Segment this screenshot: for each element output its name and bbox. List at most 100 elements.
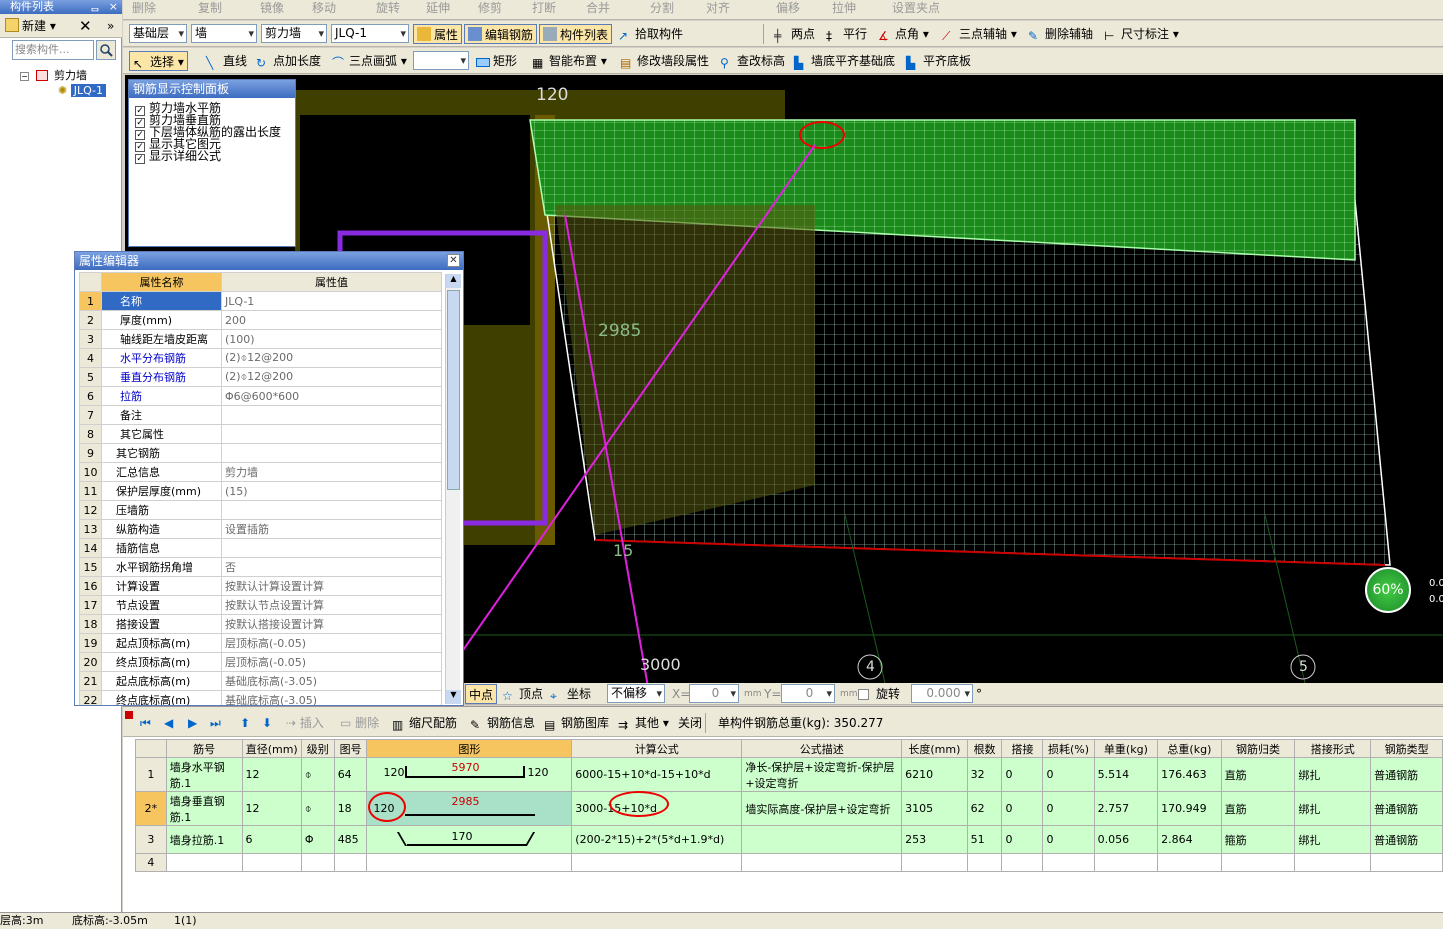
next-row-button[interactable]: ▶	[185, 713, 200, 733]
property-value[interactable]: (100)	[221, 329, 442, 349]
cell-type[interactable]	[1370, 853, 1443, 872]
cell-fig[interactable]: 18	[333, 791, 368, 826]
property-value[interactable]: (2)⌽12@200	[221, 367, 442, 387]
edit-rebar-button[interactable]: 编辑钢筋	[464, 24, 538, 44]
tree-root[interactable]: − 剪力墙	[20, 67, 87, 83]
property-value[interactable]: Φ6@600*600	[221, 386, 442, 406]
dimension-button[interactable]: ⊢ 尺寸标注 ▾	[1101, 24, 1182, 44]
cell-cls[interactable]: 箍筋	[1220, 825, 1296, 854]
two-point-axis-button[interactable]: ╪ 两点	[771, 24, 818, 44]
property-row[interactable]: 13 纵筋构造 设置插筋	[79, 519, 442, 539]
align-slab-button[interactable]: ▙ 平齐底板	[903, 51, 974, 71]
other-button[interactable]: ⇉ 其他 ▾	[615, 713, 672, 733]
point-length-button[interactable]: ↻ 点加长度	[253, 51, 324, 71]
rebar-shape[interactable]: 170	[366, 825, 573, 854]
search-icon[interactable]	[96, 40, 116, 60]
y-input[interactable]: 0	[781, 684, 835, 703]
component-list-button[interactable]: 构件列表	[539, 24, 613, 44]
property-scrollbar[interactable]: ▲ ▼	[445, 274, 461, 704]
cell-lap[interactable]: 0	[1001, 825, 1044, 854]
insert-button[interactable]: ⇢ 插入	[283, 713, 327, 733]
cell-lap_type[interactable]: 绑扎	[1294, 757, 1372, 792]
toolbar-1-button[interactable]: 复制	[195, 0, 225, 18]
property-row[interactable]: 14 插筋信息	[79, 538, 442, 558]
properties-button[interactable]: 属性	[413, 24, 463, 44]
line-button[interactable]: ╲ 直线	[203, 51, 250, 71]
cell-loss[interactable]: 0	[1042, 757, 1095, 792]
table-row[interactable]: 3 墙身拉筋.1 6 Φ 485 170 (200-2*15)+2*(5*d+1.9*d) 2…	[135, 825, 1443, 854]
cell-fig[interactable]	[333, 853, 368, 872]
property-row[interactable]: 21 起点底标高(m) 基础底标高(-3.05)	[79, 671, 442, 691]
property-value[interactable]: JLQ-1	[221, 291, 442, 311]
cell-len[interactable]: 253	[901, 825, 968, 854]
cell-total[interactable]: 2.864	[1157, 825, 1222, 854]
cell-total[interactable]: 176.463	[1157, 757, 1222, 792]
delete-button[interactable]: ▭ 删除	[337, 713, 382, 733]
cell-loss[interactable]: 0	[1042, 825, 1095, 854]
last-row-button[interactable]: ⏭	[207, 713, 224, 733]
property-row[interactable]: 15 水平钢筋拐角增否	[79, 557, 442, 577]
property-value[interactable]: 基础底标高(-3.05)	[221, 671, 442, 691]
cell-dia[interactable]	[241, 853, 302, 872]
property-value[interactable]: 200	[221, 310, 442, 330]
property-row[interactable]: 5 垂直分布钢筋 (2)⌽12@200	[79, 367, 442, 387]
type-select[interactable]: 墙	[191, 24, 257, 43]
toolbar-8-button[interactable]: 合并	[583, 0, 613, 18]
property-value[interactable]	[221, 500, 442, 520]
cell-dia[interactable]: 12	[241, 791, 302, 826]
delete-axis-button[interactable]: ✎ 删除辅轴	[1025, 24, 1096, 44]
toolbar-3-button[interactable]: 移动	[309, 0, 339, 18]
property-value[interactable]	[221, 538, 442, 558]
property-row[interactable]: 9 其它钢筋	[79, 443, 442, 463]
property-row[interactable]: 18 搭接设置 按默认搭接设置计算	[79, 614, 442, 634]
cell-total[interactable]	[1157, 853, 1222, 872]
cell-name[interactable]: 墙身水平钢筋.1	[165, 757, 243, 792]
property-row[interactable]: 11 保护层厚度(mm) (15)	[79, 481, 442, 501]
property-row[interactable]: 19 起点顶标高(m) 层顶标高(-0.05)	[79, 633, 442, 653]
move-down-button[interactable]: ⬇	[259, 713, 275, 733]
property-value[interactable]: (2)⌽12@200	[221, 348, 442, 368]
property-value[interactable]: 否	[221, 557, 442, 577]
select-button[interactable]: ↖ 选择 ▾	[129, 51, 188, 71]
property-value[interactable]	[221, 405, 442, 425]
cell-lap_type[interactable]	[1294, 853, 1372, 872]
property-row[interactable]: 2 厚度(mm) 200	[79, 310, 442, 330]
smart-layout-button[interactable]: ▦ 智能布置 ▾	[529, 51, 610, 71]
cell-len[interactable]: 6210	[901, 757, 968, 792]
rectangle-button[interactable]: 矩形	[473, 51, 520, 71]
property-row[interactable]: 6 拉筋 Φ6@600*600	[79, 386, 442, 406]
cell-unit[interactable]: 0.056	[1093, 825, 1159, 854]
cell-grade[interactable]: Φ	[300, 825, 335, 854]
cell-cls[interactable]	[1220, 853, 1296, 872]
toolbar-4-button[interactable]: 旋转	[373, 0, 403, 18]
cell-type[interactable]: 普通钢筋	[1370, 791, 1443, 826]
property-row[interactable]: 3 轴线距左墙皮距离 (100)	[79, 329, 442, 349]
cell-lap_type[interactable]: 绑扎	[1294, 791, 1372, 826]
toolbar-0-button[interactable]: 删除	[129, 0, 159, 18]
check-elevation-button[interactable]: ⚲ 查改标高	[717, 51, 788, 71]
property-value[interactable]: 层顶标高(-0.05)	[221, 652, 442, 672]
cell-fig[interactable]: 64	[333, 757, 368, 792]
scroll-down-icon[interactable]: ▼	[446, 690, 461, 704]
arc-button[interactable]: ⌒ 三点画弧 ▾	[329, 51, 410, 71]
tree-child[interactable]: ✺ JLQ-1	[58, 84, 107, 97]
property-row[interactable]: 22 终点底标高(m) 基础底标高(-3.05)	[79, 690, 442, 705]
cell-dia[interactable]: 6	[241, 825, 302, 854]
table-row[interactable]: 2* 墙身垂直钢筋.1 12 ⌽ 18 120 2985 3000-15+10*d 墙实际高度-…	[135, 791, 1443, 826]
close-button[interactable]: 关闭	[675, 713, 705, 733]
cell-total[interactable]: 170.949	[1157, 791, 1222, 826]
panel-close-icon[interactable]	[125, 711, 133, 719]
cell-desc[interactable]	[741, 853, 903, 872]
toolbar-13-button[interactable]: 设置夹点	[889, 0, 943, 18]
more-button[interactable]: »	[104, 16, 117, 36]
rebar-library-button[interactable]: ▤ 钢筋图库	[541, 713, 612, 733]
cell-cnt[interactable]: 62	[966, 791, 1003, 826]
parallel-axis-button[interactable]: ‡ 平行	[823, 24, 870, 44]
property-row[interactable]: 7 备注	[79, 405, 442, 425]
component-select[interactable]: JLQ-1	[331, 24, 409, 43]
property-value[interactable]	[221, 443, 442, 463]
search-input[interactable]: 搜索构件...	[12, 40, 94, 60]
cell-unit[interactable]: 5.514	[1093, 757, 1159, 792]
property-row[interactable]: 12 压墙筋	[79, 500, 442, 520]
checkbox-detail-formula[interactable]: ✓ 显示详细公式	[135, 150, 295, 164]
